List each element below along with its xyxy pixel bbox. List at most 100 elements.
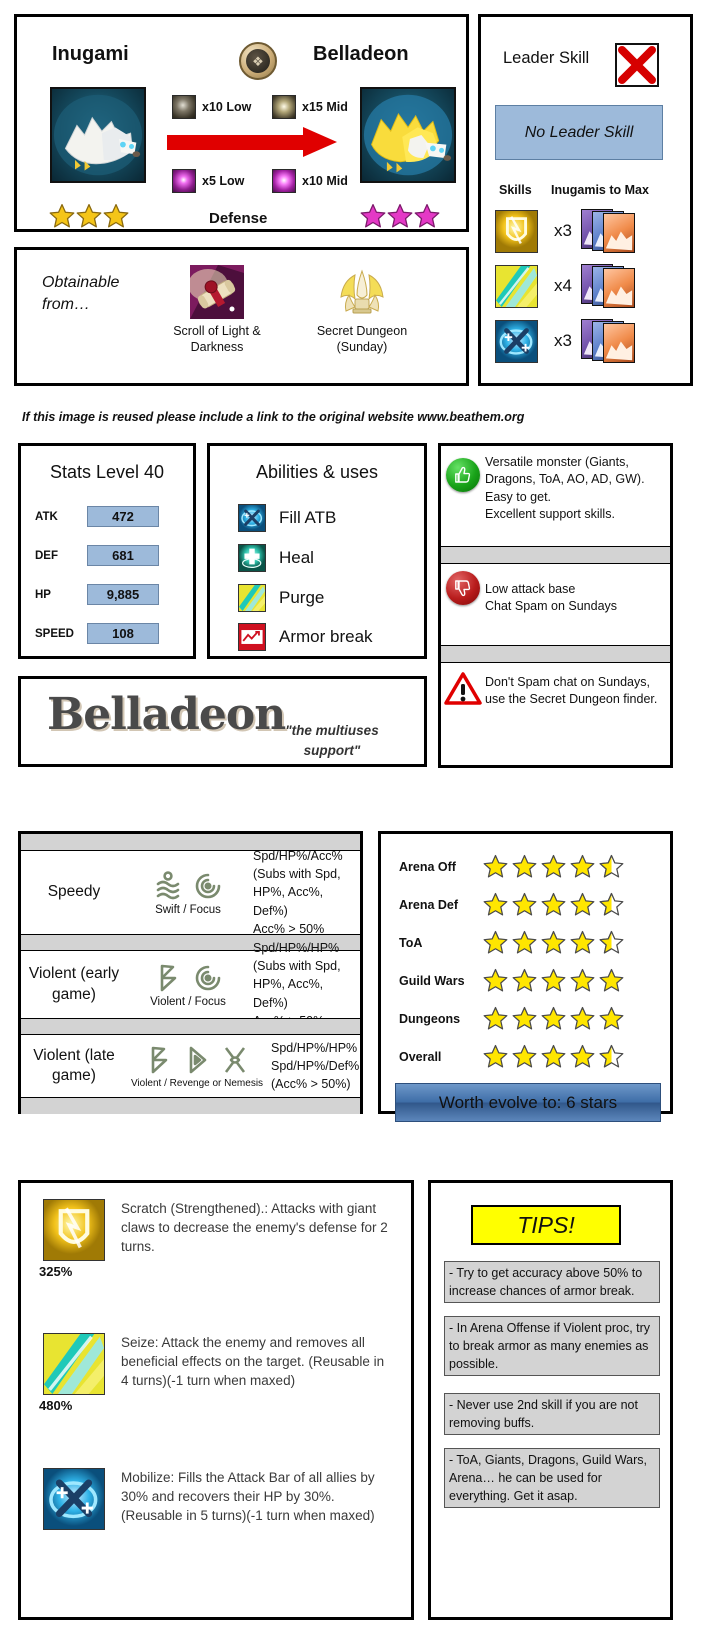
mobilize-skill-icon <box>238 504 266 532</box>
obtainable-label: Obtainable from… <box>42 274 120 313</box>
leader-skill-title: Leader Skill <box>503 49 590 67</box>
skills-column-header: Skills <box>499 183 532 197</box>
ratings-panel: Arena Off Arena Def ToA Guild Wars Dunge… <box>378 831 673 1122</box>
mobilize-skill-icon <box>495 319 538 363</box>
section-divider <box>441 546 670 564</box>
inugami-stack-icon <box>580 264 645 308</box>
skill-max-row: x3 <box>495 209 645 253</box>
rating-stars <box>483 1006 624 1031</box>
red-x-icon <box>615 43 659 87</box>
warning-text: Don't Spam chat on Sundays, use the Secr… <box>485 675 658 707</box>
rating-label: Guild Wars <box>399 973 465 988</box>
mid-light-essence-icon <box>272 95 296 119</box>
evolution-material: x10 Mid <box>272 169 348 193</box>
violent-rune-icon <box>160 964 177 992</box>
abilities-panel: Abilities & uses Fill ATB Heal Purge Arm… <box>207 443 427 659</box>
page-title: Belladeon <box>47 689 286 740</box>
rating-stars <box>483 930 624 955</box>
source-label-line1: Scroll of Light & <box>173 324 261 338</box>
secret-dungeon-icon <box>340 269 384 314</box>
rune-build-row: Speedy Swift / Focus Spd/HP%/Acc% (Subs … <box>21 849 360 936</box>
tips-title: TIPS! <box>471 1205 621 1245</box>
rune-set-glyphs: Swift / Focus <box>127 869 249 916</box>
source-scroll-of-light-and-darkness: Scroll of Light & Darkness <box>147 265 287 356</box>
rating-row: Arena Def <box>399 892 624 917</box>
mid-magic-essence-icon <box>272 169 296 193</box>
rune-set-name: Swift / Focus <box>155 904 221 916</box>
rating-row: Dungeons <box>399 1006 624 1031</box>
tips-panel: TIPS! - Try to get accuracy above 50% to… <box>428 1180 673 1620</box>
stat-key: DEF <box>35 549 58 562</box>
rune-set-glyphs: Violent / Revenge or Nemesis <box>127 1043 267 1089</box>
light-element-icon: ❖ <box>239 42 277 80</box>
rating-label: Arena Def <box>399 897 459 912</box>
tip-item: - Try to get accuracy above 50% to incre… <box>444 1261 660 1304</box>
pros-text: Versatile monster (Giants, Dragons, ToA,… <box>485 455 645 521</box>
ability-row: Fill ATB <box>238 504 336 532</box>
stat-value: 108 <box>87 623 159 644</box>
tip-item: - In Arena Offense if Violent proc, try … <box>444 1316 660 1377</box>
rune-builds-panel: Speedy Swift / Focus Spd/HP%/Acc% (Subs … <box>18 831 363 1114</box>
nemesis-rune-icon <box>224 1047 246 1073</box>
heal-skill-icon <box>238 544 266 572</box>
evolution-panel: Inugami Belladeon ❖ x10 Low x15 Mid x5 L… <box>14 14 469 232</box>
rating-label: ToA <box>399 935 423 950</box>
ability-row: Armor break <box>238 623 373 651</box>
ability-label: Heal <box>279 548 314 567</box>
low-light-essence-icon <box>172 95 196 119</box>
thumbs-up-icon <box>441 454 485 492</box>
ability-row: Purge <box>238 584 324 612</box>
rating-stars <box>483 854 624 879</box>
low-magic-essence-icon <box>172 169 196 193</box>
monster-name-panel: Belladeon "the multiuses support" <box>18 676 427 767</box>
ability-label: Purge <box>279 588 325 607</box>
skill-max-count: x4 <box>554 276 572 295</box>
stats-title: Stats Level 40 <box>49 462 165 482</box>
violent-rune-icon <box>151 1046 168 1074</box>
stat-row: SPEED 108 <box>35 623 187 644</box>
rune-build-row: Violent (early game) Violent / Focus Spd… <box>21 941 360 1028</box>
source-monster-name: Inugami <box>52 43 129 65</box>
skill-description: Seize: Attack the enemy and removes all … <box>121 1335 385 1389</box>
rating-label: Dungeons <box>399 1011 461 1026</box>
table-footer-bar <box>21 1097 360 1114</box>
scratch-skill-icon <box>43 1199 105 1261</box>
rune-set-name: Violent / Revenge or Nemesis <box>130 1078 264 1089</box>
source-star-rating <box>49 203 129 229</box>
scroll-of-light-and-darkness-icon <box>190 265 244 319</box>
rating-label: Overall <box>399 1049 442 1064</box>
rating-label: Arena Off <box>399 859 456 874</box>
worth-evolve-banner: Worth evolve to: 6 stars <box>395 1083 661 1122</box>
skill-detail-row: 325% Scratch (Strengthened).: Attacks wi… <box>21 1199 411 1279</box>
skill-max-row: x4 <box>495 264 645 308</box>
source-label-line2: (Sunday) <box>336 340 388 355</box>
tip-item: - ToA, Giants, Dragons, Guild Wars, Aren… <box>444 1448 660 1509</box>
rune-build-name: Violent (early game) <box>28 965 120 1003</box>
rating-row: Overall <box>399 1044 624 1069</box>
abilities-title: Abilities & uses <box>255 462 379 482</box>
skill-details-panel: 325% Scratch (Strengthened).: Attacks wi… <box>18 1180 414 1620</box>
evolution-material: x5 Low <box>172 169 244 193</box>
attribution-text: If this image is reused please include a… <box>22 410 525 424</box>
tip-item: - Never use 2nd skill if you are not rem… <box>444 1393 660 1436</box>
rune-build-row: Violent (late game) Violent / Revenge or… <box>21 1035 360 1097</box>
cons-block: Low attack base Chat Spam on Sundays <box>441 567 670 616</box>
rune-stat-spec: Spd/HP%/HP% (Subs with Spd, HP%, Acc%, D… <box>253 941 341 1028</box>
belladeon-portrait <box>360 87 456 183</box>
rune-set-name: Violent / Focus <box>150 996 226 1008</box>
skill-detail-row: 480% Seize: Attack the enemy and removes… <box>21 1333 411 1413</box>
skill-max-row: x3 <box>495 319 645 363</box>
target-star-rating <box>360 203 440 229</box>
target-monster-name: Belladeon <box>313 43 409 65</box>
ability-row: Heal <box>238 544 314 572</box>
rune-build-name: Violent (late game) <box>33 1046 115 1084</box>
pros-cons-panel: Versatile monster (Giants, Dragons, ToA,… <box>438 443 673 768</box>
pros-block: Versatile monster (Giants, Dragons, ToA,… <box>441 454 670 523</box>
rune-build-name: Speedy <box>47 883 101 901</box>
ability-label: Fill ATB <box>279 508 337 527</box>
stat-value: 9,885 <box>87 584 159 605</box>
rating-row: Arena Off <box>399 854 624 879</box>
table-divider <box>21 1018 360 1035</box>
skill-max-count: x3 <box>554 221 572 240</box>
armor-break-icon <box>238 623 266 651</box>
